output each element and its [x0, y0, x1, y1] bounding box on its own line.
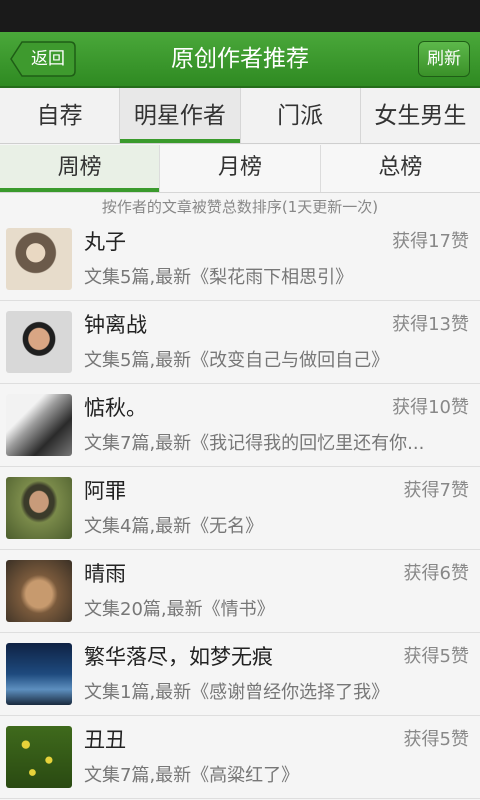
refresh-button[interactable]: 刷新 — [418, 41, 470, 77]
author-desc: 文集7篇,最新《我记得我的回忆里还有你... — [84, 433, 425, 454]
author-desc: 文集1篇,最新《感谢曾经你选择了我》 — [84, 682, 390, 703]
tab-sects[interactable]: 门派 — [241, 88, 361, 143]
tab-female-male[interactable]: 女生男生 — [361, 88, 480, 143]
author-desc: 文集20篇,最新《情书》 — [84, 599, 275, 620]
list-item[interactable]: 丸子 获得17赞 文集5篇,最新《梨花雨下相思引》 — [0, 218, 480, 301]
like-count: 获得10赞 — [392, 397, 469, 418]
avatar — [6, 311, 72, 373]
author-name: 繁华落尽，如梦无痕 — [84, 645, 273, 669]
tab-weekly[interactable]: 周榜 — [0, 145, 161, 192]
back-button-label: 返回 — [31, 49, 65, 69]
author-desc: 文集5篇,最新《梨花雨下相思引》 — [84, 267, 354, 288]
like-count: 获得5赞 — [403, 729, 469, 750]
avatar — [6, 394, 72, 456]
rank-tabs: 周榜 月榜 总榜 — [0, 145, 480, 193]
author-name: 丑丑 — [84, 728, 126, 752]
avatar — [6, 643, 72, 705]
list-item[interactable]: 阿罪 获得7赞 文集4篇,最新《无名》 — [0, 467, 480, 550]
title-bar: 返回 原创作者推荐 刷新 — [0, 32, 480, 88]
avatar — [6, 477, 72, 539]
list-item[interactable]: 繁华落尽，如梦无痕 获得5赞 文集1篇,最新《感谢曾经你选择了我》 — [0, 633, 480, 716]
tab-overall[interactable]: 总榜 — [321, 145, 480, 192]
list-item[interactable]: 晴雨 获得6赞 文集20篇,最新《情书》 — [0, 550, 480, 633]
like-count: 获得5赞 — [403, 646, 469, 667]
author-desc: 文集5篇,最新《改变自己与做回自己》 — [84, 350, 390, 371]
author-name: 丸子 — [84, 230, 126, 254]
main-tabs: 自荐 明星作者 门派 女生男生 — [0, 88, 480, 144]
author-name: 晴雨 — [84, 562, 126, 586]
author-list: 丸子 获得17赞 文集5篇,最新《梨花雨下相思引》 钟离战 获得13赞 文集5篇… — [0, 218, 480, 799]
page-title: 原创作者推荐 — [171, 46, 309, 72]
like-count: 获得13赞 — [392, 314, 469, 335]
like-count: 获得17赞 — [392, 231, 469, 252]
author-name: 钟离战 — [84, 313, 147, 337]
tab-star-authors[interactable]: 明星作者 — [120, 88, 241, 143]
author-name: 惦秋。 — [84, 396, 147, 420]
author-desc: 文集4篇,最新《无名》 — [84, 516, 264, 537]
status-bar — [0, 0, 480, 32]
avatar — [6, 560, 72, 622]
like-count: 获得7赞 — [403, 480, 469, 501]
author-desc: 文集7篇,最新《高粱红了》 — [84, 765, 300, 786]
list-item[interactable]: 钟离战 获得13赞 文集5篇,最新《改变自己与做回自己》 — [0, 301, 480, 384]
back-button[interactable]: 返回 — [10, 41, 76, 77]
list-item[interactable]: 丑丑 获得5赞 文集7篇,最新《高粱红了》 — [0, 716, 480, 799]
tab-self-recommend[interactable]: 自荐 — [0, 88, 121, 143]
author-name: 阿罪 — [84, 479, 126, 503]
avatar — [6, 228, 72, 290]
avatar — [6, 726, 72, 788]
tab-monthly[interactable]: 月榜 — [160, 145, 321, 192]
list-item[interactable]: 惦秋。 获得10赞 文集7篇,最新《我记得我的回忆里还有你... — [0, 384, 480, 467]
like-count: 获得6赞 — [403, 563, 469, 584]
ranking-description: 按作者的文章被赞总数排序(1天更新一次) — [101, 198, 379, 216]
